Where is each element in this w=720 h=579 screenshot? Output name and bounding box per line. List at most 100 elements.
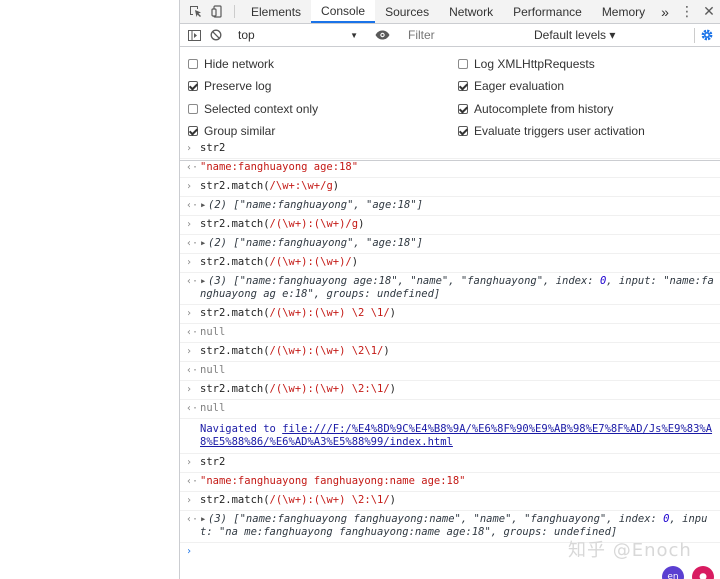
console-output-row: ‹· null (180, 400, 720, 419)
setting-log-xmlhttprequests[interactable]: Log XMLHttpRequests (458, 57, 595, 71)
regex-literal: /(\w+):(\w+) \2:\1/ (269, 383, 390, 395)
clear-console-icon[interactable] (205, 29, 227, 41)
array-items: "name:fanghuayong age:18", "name", "fang… (239, 275, 544, 287)
output-arrow-icon: ‹· (186, 162, 199, 173)
input-chevron-icon: › (186, 346, 193, 357)
console-input-row: › str2.match(/(\w+):(\w+) \2:\1/) (180, 381, 720, 400)
eye-icon[interactable] (369, 30, 395, 40)
tab-performance[interactable]: Performance (503, 0, 592, 23)
regex-literal: /\w+:\w+/g (269, 180, 333, 192)
tab-network[interactable]: Network (439, 0, 503, 23)
array-end: ] (416, 237, 423, 249)
setting-hide-network[interactable]: Hide network (188, 57, 274, 71)
expand-triangle-icon[interactable]: ▸ (200, 513, 208, 526)
tab-console[interactable]: Console (311, 0, 376, 23)
navigation-message: Navigated to file:///F:/%E4%8D%9C%E4%B8%… (180, 419, 720, 454)
page-viewport (0, 0, 180, 579)
output-arrow-icon: ‹· (186, 514, 199, 525)
setting-autocomplete-history[interactable]: Autocomplete from history (458, 102, 613, 116)
setting-preserve-log[interactable]: Preserve log (188, 79, 271, 93)
regex-literal: /(\w+):(\w+) \2\1/ (269, 345, 384, 357)
setting-label: Evaluate triggers user activation (474, 124, 645, 138)
expand-triangle-icon[interactable]: ▸ (200, 275, 208, 288)
tab-memory[interactable]: Memory (592, 0, 655, 23)
input-text: ) (389, 383, 396, 395)
input-text: str2.match( (200, 307, 270, 319)
input-text: ) (358, 218, 365, 230)
array-items: "name:fanghuayong", "age:18" (239, 199, 417, 211)
checkbox-checked[interactable] (458, 104, 468, 114)
kebab-menu-icon[interactable]: ⋮ (676, 4, 698, 20)
input-chevron-icon: › (186, 495, 193, 506)
settings-gear-icon[interactable] (700, 28, 714, 45)
console-input-row: › str2.match(/(\w+):(\w+)/) (180, 254, 720, 273)
devtools-panel: Elements Console Sources Network Perform… (180, 0, 720, 579)
output-arrow-icon: ‹· (186, 276, 199, 287)
input-chevron-icon: › (186, 384, 193, 395)
console-output-row[interactable]: ‹· ▸ (2) ["name:fanghuayong", "age:18"] (180, 235, 720, 254)
setting-group-similar[interactable]: Group similar (188, 124, 275, 138)
checkbox-checked[interactable] (188, 81, 198, 91)
toolbar-divider-4 (694, 28, 695, 43)
watermark: 知乎 @Enoch (568, 540, 692, 561)
input-text: str2.match( (200, 256, 270, 268)
checkbox-checked[interactable] (188, 126, 198, 136)
output-null: null (200, 326, 226, 338)
input-chevron-icon: › (186, 181, 193, 192)
navigated-label: Navigated to (200, 423, 283, 435)
output-arrow-icon: ‹· (186, 365, 199, 376)
console-input-row: › str2 (180, 454, 720, 473)
checkbox[interactable] (188, 104, 198, 114)
setting-label: Group similar (204, 124, 276, 138)
input-text: ) (389, 307, 396, 319)
setting-selected-context-only[interactable]: Selected context only (188, 102, 318, 116)
console-output-row: ‹· "name:fanghuayong age:18" (180, 159, 720, 178)
checkbox-checked[interactable] (458, 126, 468, 136)
array-key: , index: (543, 275, 600, 287)
console-output-row[interactable]: ‹· ▸ (3) ["name:fanghuayong age:18", "name… (180, 273, 720, 305)
setting-evaluate-triggers[interactable]: Evaluate triggers user activation (458, 124, 645, 138)
array-preview: (3) [ (208, 275, 240, 287)
input-text: str2.match( (200, 218, 270, 230)
regex-literal: /(\w+):(\w+)/ (269, 256, 352, 268)
array-key: , input: (606, 275, 664, 287)
checkbox[interactable] (188, 59, 198, 69)
input-chevron-icon: › (186, 457, 193, 468)
setting-label: Log XMLHttpRequests (474, 57, 595, 71)
context-selector[interactable]: top ▼ (232, 26, 364, 44)
log-levels-dropdown[interactable]: Default levels ▾ (534, 28, 615, 42)
array-items: "name:fanghuayong fanghuayong:name", "na… (239, 513, 607, 525)
console-input-row: › str2.match(/(\w+):(\w+) \2:\1/) (180, 492, 720, 511)
expand-triangle-icon[interactable]: ▸ (200, 237, 208, 250)
input-text: ) (332, 180, 340, 192)
devtools-tabbar: Elements Console Sources Network Perform… (180, 0, 720, 24)
console-output-row[interactable]: ‹· ▸ (2) ["name:fanghuayong", "age:18"] (180, 197, 720, 216)
input-chevron-icon: › (186, 308, 193, 319)
console-output-row: ‹· null (180, 362, 720, 381)
checkbox[interactable] (458, 59, 468, 69)
checkbox-checked[interactable] (458, 81, 468, 91)
setting-label: Hide network (204, 57, 275, 71)
input-value: "na me:fanghuayong fanghuayong:name age:… (218, 526, 491, 538)
device-toolbar-icon[interactable] (206, 0, 228, 23)
output-arrow-icon: ‹· (186, 200, 199, 211)
expand-triangle-icon[interactable]: ▸ (200, 199, 208, 212)
setting-label: Preserve log (204, 79, 272, 93)
console-input-row: › str2.match(/(\w+):(\w+) \2\1/) (180, 343, 720, 362)
input-text: ) (389, 494, 396, 506)
regex-literal: /(\w+):(\w+) \2:\1/ (269, 494, 390, 506)
console-input-row: › str2.match(/(\w+):(\w+)/g) (180, 216, 720, 235)
setting-eager-evaluation[interactable]: Eager evaluation (458, 79, 564, 93)
console-input-row: › str2.match(/(\w+):(\w+) \2 \1/) (180, 305, 720, 324)
sidebar-toggle-icon[interactable] (183, 29, 205, 41)
tab-sources[interactable]: Sources (375, 0, 439, 23)
inspect-element-icon[interactable] (184, 0, 206, 23)
filter-input[interactable] (404, 26, 528, 44)
tab-elements[interactable]: Elements (241, 0, 311, 23)
close-icon[interactable]: ✕ (698, 4, 720, 20)
array-key: , index: (606, 513, 664, 525)
input-text: ) (383, 345, 390, 357)
console-log: › str2 ‹· "name:fanghuayong age:18" › str2.… (180, 140, 720, 559)
output-text: "name:fanghuayong age:18" (200, 161, 359, 173)
input-text: str2.match( (200, 383, 270, 395)
